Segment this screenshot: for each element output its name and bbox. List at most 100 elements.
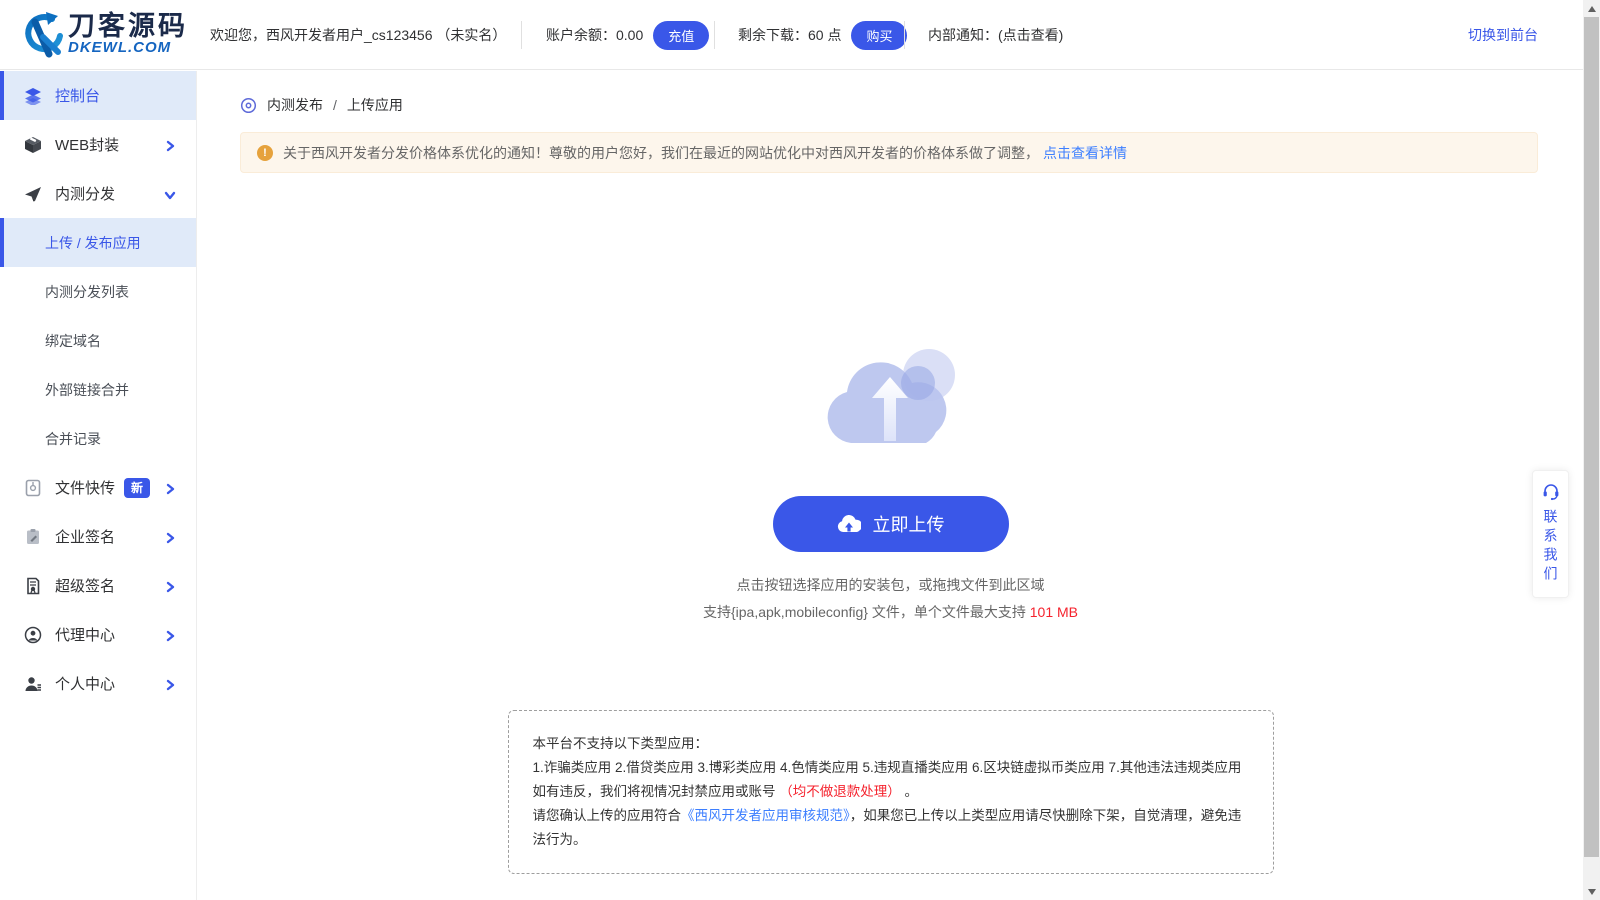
cloud-upload-icon bbox=[837, 515, 861, 533]
sidebar-item-label: 内测分发 bbox=[55, 186, 116, 203]
rules-line-4: 请您确认上传的应用符合《西风开发者应用审核规范》，如果您已上传以上类型应用请尽快… bbox=[533, 804, 1249, 852]
chevron-right-icon bbox=[164, 580, 176, 597]
sidebar-subitem-label: 内测分发列表 bbox=[45, 283, 129, 300]
clipboard-pen-icon bbox=[24, 528, 42, 546]
sidebar-item-web-packaging[interactable]: WEB封装 bbox=[0, 120, 196, 169]
agent-icon bbox=[24, 626, 42, 644]
sidebar-item-label: 文件快传 bbox=[55, 480, 116, 497]
sidebar-item-label: WEB封装 bbox=[55, 137, 120, 154]
upload-hint-prefix: 支持{ipa,apk,mobileconfig} 文件，单个文件最大支持 bbox=[702, 604, 1030, 620]
sidebar-item-label: 个人中心 bbox=[55, 676, 116, 693]
sidebar-item-beta-distribution[interactable]: 内测分发 bbox=[0, 169, 196, 218]
file-icon bbox=[24, 479, 42, 497]
rules-line-1: 本平台不支持以下类型应用： bbox=[532, 736, 709, 751]
sidebar-item-label: 控制台 bbox=[55, 88, 101, 105]
switch-to-front-link[interactable]: 切换到前台 bbox=[1468, 0, 1538, 70]
sidebar-subitem-bind-domain[interactable]: 绑定域名 bbox=[0, 316, 196, 365]
warning-icon: ! bbox=[257, 144, 273, 161]
rules-line-2: 1.诈骗类应用 2.借贷类应用 3.博彩类应用 4.色情类应用 5.违规直播类应… bbox=[532, 760, 1242, 775]
sidebar-item-super-signature[interactable]: 超级签名 bbox=[0, 561, 196, 610]
prohibited-apps-notice: 本平台不支持以下类型应用： 1.诈骗类应用 2.借贷类应用 3.博彩类应用 4.… bbox=[507, 710, 1274, 874]
sidebar-subitem-label: 外部链接合并 bbox=[45, 381, 129, 398]
sidebar-item-agent-center[interactable]: 代理中心 bbox=[0, 610, 196, 659]
internal-notice[interactable]: 内部通知： (点击查看) bbox=[928, 0, 1063, 70]
sidebar-subitem-label: 上传 / 发布应用 bbox=[45, 234, 141, 251]
breadcrumb-page: 上传应用 bbox=[346, 97, 403, 113]
header-divider bbox=[714, 21, 715, 49]
contact-us-widget[interactable]: 联系我们 bbox=[1532, 470, 1569, 598]
notice-link[interactable]: (点击查看) bbox=[998, 25, 1063, 45]
chevron-right-icon bbox=[164, 482, 176, 499]
layers-icon bbox=[24, 87, 42, 105]
downloads-label: 剩余下载： bbox=[738, 27, 808, 43]
sidebar-nav: 控制台 WEB封装 内测分发 上传 / 发布应用 内测分发列表 绑定域名 外部链… bbox=[0, 71, 197, 900]
no-refund-warning: （均不做退款处理） bbox=[779, 784, 901, 799]
main-content: 内测发布 / 上传应用 ! 关于西风开发者分发价格体系优化的通知！尊敬的用户您好… bbox=[198, 71, 1583, 900]
chevron-right-icon bbox=[164, 629, 176, 646]
sidebar-subitem-distribution-list[interactable]: 内测分发列表 bbox=[0, 267, 196, 316]
header-divider bbox=[904, 21, 905, 49]
rules-line-3-text: 如有违反，我们将视情况封禁应用或账号 bbox=[532, 784, 780, 799]
upload-hint-filetypes: 支持{ipa,apk,mobileconfig} 文件，单个文件最大支持 101… bbox=[198, 602, 1583, 622]
review-spec-link[interactable]: 《西风开发者应用审核规范》 bbox=[681, 808, 850, 823]
downloads-value: 60 点 bbox=[808, 27, 842, 43]
new-badge: 新 bbox=[124, 477, 151, 498]
remaining-downloads: 剩余下载： 60 点 购买 bbox=[738, 0, 908, 70]
location-target-icon bbox=[240, 97, 257, 114]
page-scrollbar[interactable] bbox=[1583, 0, 1600, 900]
sidebar-item-personal-center[interactable]: 个人中心 bbox=[0, 659, 196, 708]
upload-dropzone[interactable]: 立即上传 点击按钮选择应用的安装包，或拖拽文件到此区域 支持{ipa,apk,m… bbox=[198, 341, 1583, 874]
contact-us-label: 联系我们 bbox=[1542, 509, 1559, 585]
top-header: 刀客源码 DKEWL.COM 欢迎您，西风开发者用户_cs123456 （未实名… bbox=[0, 0, 1583, 70]
upload-hint-primary: 点击按钮选择应用的安装包，或拖拽文件到此区域 bbox=[736, 577, 1045, 593]
upload-now-button[interactable]: 立即上传 bbox=[772, 496, 1009, 552]
logo-text: 刀客源码 DKEWL.COM bbox=[68, 12, 188, 56]
user-icon bbox=[24, 675, 42, 693]
sidebar-subitem-upload-publish-app[interactable]: 上传 / 发布应用 bbox=[0, 218, 196, 267]
sidebar-subitem-label: 绑定域名 bbox=[45, 332, 101, 349]
headset-icon bbox=[1541, 481, 1561, 501]
chevron-right-icon bbox=[164, 531, 176, 548]
scrollbar-down-arrow[interactable] bbox=[1583, 883, 1600, 900]
paper-plane-icon bbox=[24, 185, 42, 203]
logo-title: 刀客源码 bbox=[68, 11, 188, 41]
sidebar-item-file-transfer[interactable]: 文件快传 新 bbox=[0, 463, 196, 512]
sidebar-item-dashboard[interactable]: 控制台 bbox=[0, 71, 196, 120]
account-balance: 账户余额： 0.00 充值 bbox=[546, 0, 710, 70]
balance-label: 账户余额： bbox=[546, 27, 616, 43]
rules-line-3-suffix: 。 bbox=[900, 784, 919, 799]
cube-icon bbox=[24, 136, 42, 154]
cloud-upload-illustration bbox=[198, 341, 1583, 464]
sidebar-subitem-external-link-merge[interactable]: 外部链接合并 bbox=[0, 365, 196, 414]
notice-alert-banner: ! 关于西风开发者分发价格体系优化的通知！尊敬的用户您好，我们在最近的网站优化中… bbox=[240, 132, 1538, 173]
buy-button[interactable]: 购买 bbox=[851, 20, 908, 50]
alert-text: 关于西风开发者分发价格体系优化的通知！尊敬的用户您好，我们在最近的网站优化中对西… bbox=[283, 144, 1039, 161]
sidebar-item-label: 超级签名 bbox=[55, 578, 116, 595]
logo-domain: DKEWL.COM bbox=[68, 39, 172, 56]
logo-mark-icon bbox=[25, 12, 63, 58]
sidebar-item-label: 企业签名 bbox=[55, 529, 116, 546]
header-divider bbox=[521, 21, 522, 49]
breadcrumb-section[interactable]: 内测发布 bbox=[267, 95, 323, 115]
chevron-right-icon bbox=[164, 678, 176, 695]
scrollbar-thumb[interactable] bbox=[1584, 17, 1599, 857]
certificate-icon bbox=[24, 577, 42, 595]
sidebar-item-enterprise-signature[interactable]: 企业签名 bbox=[0, 512, 196, 561]
rules-line-3: 如有违反，我们将视情况封禁应用或账号 （均不做退款处理） 。 bbox=[533, 780, 1249, 804]
chevron-down-icon bbox=[164, 188, 176, 205]
breadcrumb-separator: / bbox=[333, 97, 337, 113]
sidebar-subitem-merge-records[interactable]: 合并记录 bbox=[0, 414, 196, 463]
recharge-button[interactable]: 充值 bbox=[653, 20, 710, 50]
sidebar-item-label: 代理中心 bbox=[55, 627, 116, 644]
upload-button-label: 立即上传 bbox=[872, 515, 945, 535]
chevron-right-icon bbox=[164, 139, 176, 156]
scrollbar-up-arrow[interactable] bbox=[1583, 0, 1600, 17]
alert-details-link[interactable]: 点击查看详情 bbox=[1043, 143, 1127, 163]
site-logo[interactable]: 刀客源码 DKEWL.COM bbox=[18, 10, 188, 58]
breadcrumb: 内测发布 / 上传应用 bbox=[240, 95, 1583, 115]
sidebar-subitem-label: 合并记录 bbox=[45, 430, 101, 447]
balance-value: 0.00 bbox=[616, 27, 644, 43]
upload-max-size: 101 MB bbox=[1029, 604, 1078, 620]
welcome-text: 欢迎您，西风开发者用户_cs123456 （未实名） bbox=[210, 27, 507, 43]
notice-label: 内部通知： bbox=[928, 27, 998, 43]
